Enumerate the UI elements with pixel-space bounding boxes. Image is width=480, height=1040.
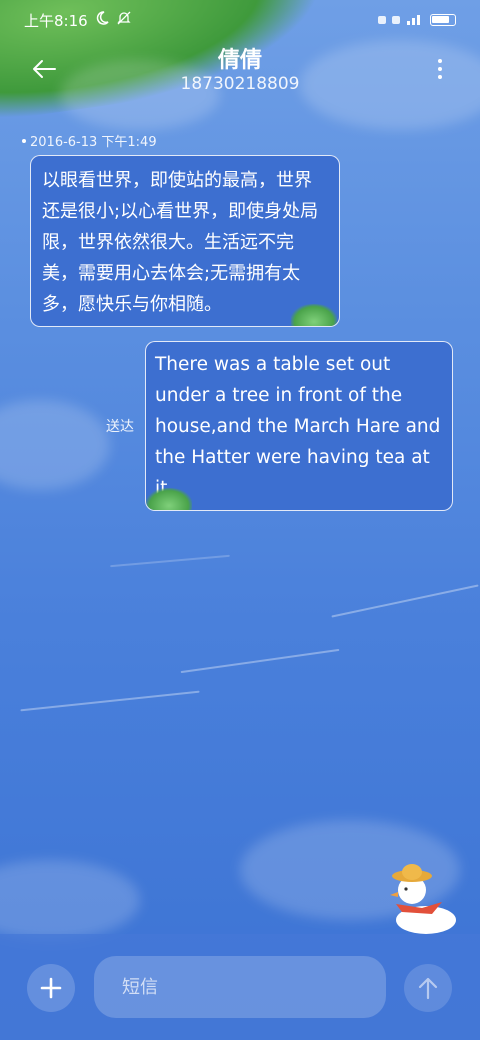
conversation-header: 倩倩 18730218809 [0, 40, 480, 100]
outgoing-message-bubble[interactable]: There was a table set out under a tree i… [145, 341, 453, 511]
plus-icon [40, 977, 62, 999]
contact-name[interactable]: 倩倩 [0, 42, 480, 74]
notification-icon [378, 16, 386, 24]
message-text: There was a table set out under a tree i… [155, 354, 441, 499]
notification-icon [392, 16, 400, 24]
moon-icon [94, 10, 110, 30]
decoration-icon [291, 304, 337, 326]
more-vertical-icon [438, 59, 442, 63]
battery-icon [430, 14, 456, 26]
incoming-message-bubble[interactable]: 以眼看世界，即使站的最高，世界还是很小;以心看世界，即使身处局限，世界依然很大。… [30, 155, 340, 327]
decoration-icon [146, 488, 192, 510]
signal-icon [406, 11, 424, 29]
status-bar: 上午8:16 [0, 0, 480, 40]
send-button[interactable] [404, 964, 452, 1012]
arrow-up-icon [418, 977, 438, 1000]
message-timestamp: 2016-6-13 下午1:49 [22, 131, 157, 150]
duck-illustration-icon [382, 852, 466, 936]
more-options-button[interactable] [430, 54, 450, 84]
message-input[interactable] [94, 956, 386, 1018]
composer-bar [0, 934, 480, 1040]
delivery-status: 送达 [106, 419, 134, 435]
add-attachment-button[interactable] [27, 964, 75, 1012]
message-text: 以眼看世界，即使站的最高，世界还是很小;以心看世界，即使身处局限，世界依然很大。… [42, 170, 319, 315]
status-time: 上午8:16 [24, 11, 88, 30]
contact-phone: 18730218809 [180, 74, 300, 94]
mute-icon [116, 10, 132, 30]
